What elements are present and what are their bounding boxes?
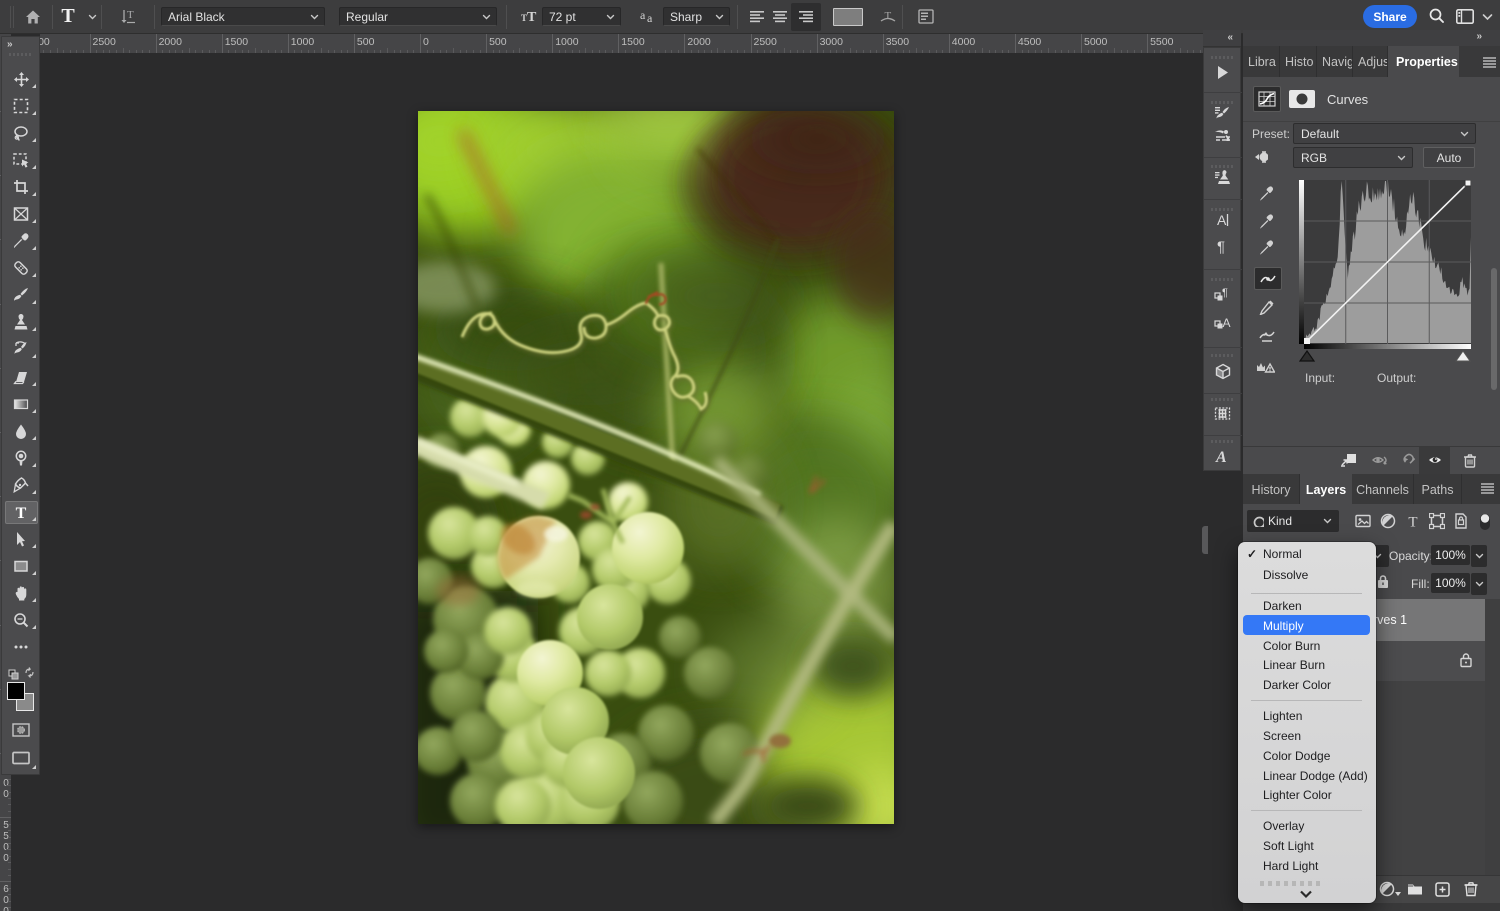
svg-text:T: T — [16, 505, 27, 520]
svg-text:T: T — [1408, 515, 1417, 531]
svg-text:a: a — [640, 9, 646, 22]
svg-text:a: a — [647, 11, 653, 24]
svg-text:¶: ¶ — [1222, 287, 1228, 299]
svg-text:A: A — [1215, 449, 1227, 466]
svg-text:A: A — [1223, 316, 1231, 330]
svg-text:T: T — [527, 10, 537, 24]
svg-text:T: T — [127, 9, 134, 21]
svg-text:A: A — [1217, 212, 1227, 228]
svg-text:T: T — [885, 10, 892, 22]
svg-text:¶: ¶ — [1217, 239, 1225, 256]
